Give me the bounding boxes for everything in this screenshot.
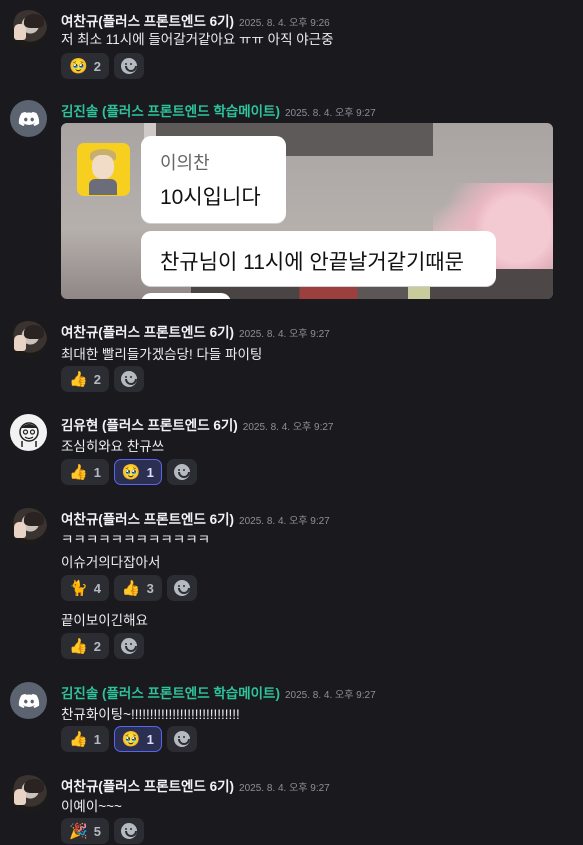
message-text: 찬규화이팅~!!!!!!!!!!!!!!!!!!!!!!!!!!!!! xyxy=(61,707,240,722)
chat-bubble: 이의찬 10시입니다 xyxy=(141,136,286,223)
smile-icon xyxy=(173,731,190,747)
reaction-party[interactable]: 🎉 5 xyxy=(61,818,109,844)
reaction-cat[interactable]: 🐈 4 xyxy=(61,575,109,601)
smile-icon xyxy=(120,823,137,839)
discord-icon xyxy=(18,111,39,126)
smile-icon xyxy=(173,464,190,480)
bubble-text: 10시입니다 xyxy=(160,186,261,209)
message-text: 저 최소 11시에 들어갈거같아요 ㅠㅠ 아직 야근중 xyxy=(61,32,334,47)
author-name[interactable]: 여찬규(플러스 프론트엔드 6기) xyxy=(61,14,234,29)
bubble-speaker: 이의찬 xyxy=(160,153,210,173)
author-name[interactable]: 김진솔 (플러스 프론트엔드 학습메이트) xyxy=(61,686,280,701)
timestamp: 2025. 8. 4. 오후 9:27 xyxy=(239,329,330,340)
message-text: ㅋㅋㅋㅋㅋㅋㅋㅋㅋㅋㅋㅋ xyxy=(61,532,211,547)
message-feed: 여찬규(플러스 프론트엔드 6기) 2025. 8. 4. 오후 9:26 저 최… xyxy=(0,0,583,845)
thumbs-up-icon: 👍 xyxy=(69,730,88,748)
add-reaction-button[interactable] xyxy=(113,53,144,79)
timestamp: 2025. 8. 4. 오후 9:27 xyxy=(284,690,376,701)
message-text: 이예이~~~ xyxy=(61,799,122,814)
image-attachment[interactable]: 이의찬 10시입니다 찬규님이 11시에 안끝날거같기때문 xyxy=(61,123,553,299)
timestamp: 2025. 8. 4. 오후 9:27 xyxy=(284,108,376,119)
cat-icon: 🐈 xyxy=(69,579,88,597)
reaction-count: 2 xyxy=(93,638,101,654)
party-popper-icon: 🎉 xyxy=(69,822,88,840)
timestamp: 2025. 8. 4. 오후 9:27 xyxy=(239,516,330,527)
thumbs-up-icon: 👍 xyxy=(69,370,88,388)
chat-bubble xyxy=(141,293,231,299)
thumbs-up-icon: 👍 xyxy=(69,463,88,481)
reaction-thumbsup[interactable]: 👍 1 xyxy=(61,726,109,752)
avatar[interactable] xyxy=(10,508,47,545)
reaction-count: 1 xyxy=(93,731,101,747)
add-reaction-button[interactable] xyxy=(113,818,144,844)
add-reaction-button[interactable] xyxy=(166,726,197,752)
reaction-pleading[interactable]: 🥹 1 xyxy=(113,459,162,485)
thumbs-up-icon: 👍 xyxy=(121,579,141,597)
author-name[interactable]: 김진솔 (플러스 프론트엔드 학습메이트) xyxy=(61,104,280,119)
reaction-thumbsup[interactable]: 👍 2 xyxy=(61,366,109,392)
author-name[interactable]: 여찬규(플러스 프론트엔드 6기) xyxy=(61,779,234,794)
message-text: 조심히와요 찬규쓰 xyxy=(61,439,165,454)
reaction-thumbsup[interactable]: 👍 3 xyxy=(113,575,162,601)
add-reaction-button[interactable] xyxy=(166,459,197,485)
reaction-thumbsup[interactable]: 👍 2 xyxy=(61,633,109,659)
avatar[interactable] xyxy=(10,100,47,137)
reaction-count: 3 xyxy=(146,580,154,596)
avatar[interactable] xyxy=(10,10,47,47)
reaction-count: 2 xyxy=(93,58,101,74)
reaction-count: 5 xyxy=(93,823,101,839)
reaction-pleading[interactable]: 🥹 1 xyxy=(113,726,162,752)
add-reaction-button[interactable] xyxy=(113,633,144,659)
avatar[interactable] xyxy=(10,682,47,719)
timestamp: 2025. 8. 4. 오후 9:27 xyxy=(242,422,334,433)
pleading-face-icon: 🥹 xyxy=(121,463,141,481)
message-text: 최대한 빨리들가겠슴당! 다들 파이팅 xyxy=(61,347,263,362)
reaction-count: 1 xyxy=(93,464,101,480)
face-sketch-icon xyxy=(18,421,39,447)
add-reaction-button[interactable] xyxy=(166,575,197,601)
author-name[interactable]: 김유현 (플러스 프론트엔드 6기) xyxy=(61,418,238,433)
avatar[interactable] xyxy=(10,321,47,358)
smile-icon xyxy=(120,371,137,387)
pleading-face-icon: 🥹 xyxy=(69,57,88,75)
reaction-count: 1 xyxy=(146,731,154,747)
smile-icon xyxy=(173,580,190,596)
chat-bubble: 찬규님이 11시에 안끝날거같기때문 xyxy=(141,231,496,286)
message-text: 이슈거의다잡아서 xyxy=(61,555,161,570)
smile-icon xyxy=(120,58,137,74)
thumbs-up-icon: 👍 xyxy=(69,637,88,655)
add-reaction-button[interactable] xyxy=(113,366,144,392)
pleading-face-icon: 🥹 xyxy=(121,730,141,748)
reaction-pleading[interactable]: 🥹 2 xyxy=(61,53,109,79)
author-name[interactable]: 여찬규(플러스 프론트엔드 6기) xyxy=(61,325,234,340)
timestamp: 2025. 8. 4. 오후 9:27 xyxy=(239,783,330,794)
bubble-text: 찬규님이 11시에 안끝날거같기때문 xyxy=(160,251,464,274)
message-text: 끝이보이긴해요 xyxy=(61,613,148,628)
reaction-count: 1 xyxy=(146,464,154,480)
smile-icon xyxy=(120,638,137,654)
reaction-count: 4 xyxy=(93,580,101,596)
avatar[interactable] xyxy=(10,414,47,451)
discord-icon xyxy=(18,693,39,708)
author-name[interactable]: 여찬규(플러스 프론트엔드 6기) xyxy=(61,512,234,527)
character-avatar xyxy=(77,143,130,196)
reaction-thumbsup[interactable]: 👍 1 xyxy=(61,459,109,485)
reaction-count: 2 xyxy=(93,371,101,387)
avatar[interactable] xyxy=(10,775,47,812)
